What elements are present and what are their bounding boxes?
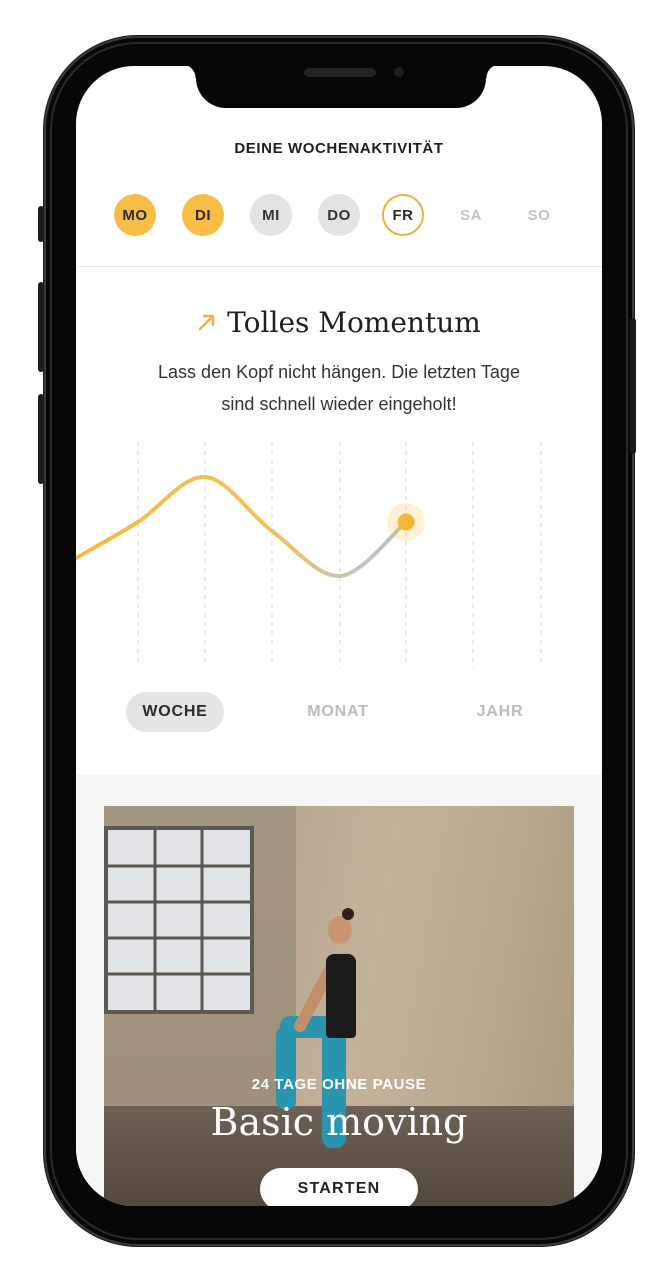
tab-monat[interactable]: MONAT: [288, 692, 388, 732]
tab-woche[interactable]: WOCHE: [126, 692, 224, 732]
mute-switch: [38, 206, 44, 242]
card-photo-figure: [276, 1026, 296, 1110]
day-do[interactable]: DO: [318, 194, 360, 236]
period-tabs: WOCHE MONAT JAHR: [76, 692, 602, 732]
day-label: MI: [262, 206, 280, 224]
weekday-row: MO DI MI DO FR SA SO: [114, 194, 574, 238]
tab-label: JAHR: [476, 703, 524, 720]
day-label: SA: [460, 206, 482, 224]
card-photo-figure: [328, 916, 352, 944]
momentum-curve: [76, 474, 408, 579]
day-so[interactable]: SO: [518, 194, 560, 236]
day-mi[interactable]: MI: [250, 194, 292, 236]
tab-label: WOCHE: [142, 703, 208, 720]
day-label: DI: [195, 206, 211, 224]
volume-down-button: [38, 394, 44, 484]
section-divider: [76, 266, 602, 267]
day-label: FR: [392, 206, 414, 224]
camera-icon: [394, 67, 404, 77]
notch: [182, 66, 500, 108]
week-activity-title: DEINE WOCHENAKTIVITÄT: [234, 140, 444, 157]
momentum-subtitle-line2: sind schnell wieder eingeholt!: [221, 394, 457, 414]
tab-label: MONAT: [307, 703, 369, 720]
window-grid: [108, 830, 250, 1010]
power-button: [630, 318, 636, 454]
day-di[interactable]: DI: [182, 194, 224, 236]
day-label: SO: [527, 206, 551, 224]
card-photo-figure: [342, 908, 354, 920]
day-label: MO: [122, 206, 148, 224]
momentum-subtitle: Lass den Kopf nicht hängen. Die letzten …: [116, 356, 562, 420]
card-streak-label: 24 TAGE OHNE PAUSE: [251, 1076, 427, 1093]
start-button[interactable]: STARTEN: [260, 1168, 418, 1206]
speaker-grille: [304, 68, 376, 77]
momentum-heading: Tolles Momentum: [76, 306, 602, 339]
app-screen: DEINE WOCHENAKTIVITÄT MO DI MI DO FR SA …: [76, 66, 602, 1206]
day-fr[interactable]: FR: [382, 194, 424, 236]
momentum-subtitle-line1: Lass den Kopf nicht hängen. Die letzten …: [158, 362, 520, 382]
day-mo[interactable]: MO: [114, 194, 156, 236]
card-title: Basic moving: [210, 1100, 468, 1144]
day-label: DO: [327, 206, 351, 224]
day-sa[interactable]: SA: [450, 194, 492, 236]
volume-up-button: [38, 282, 44, 372]
arrow-up-right-icon: [198, 314, 215, 330]
current-point[interactable]: [397, 513, 415, 531]
momentum-chart: [76, 442, 542, 668]
tab-jahr[interactable]: JAHR: [450, 692, 550, 732]
card-photo-window: [104, 826, 254, 1014]
card-photo-figure: [326, 954, 356, 1038]
workout-card[interactable]: 24 TAGE OHNE PAUSE Basic moving STARTEN: [104, 806, 574, 1206]
momentum-title: Tolles Momentum: [227, 306, 481, 339]
